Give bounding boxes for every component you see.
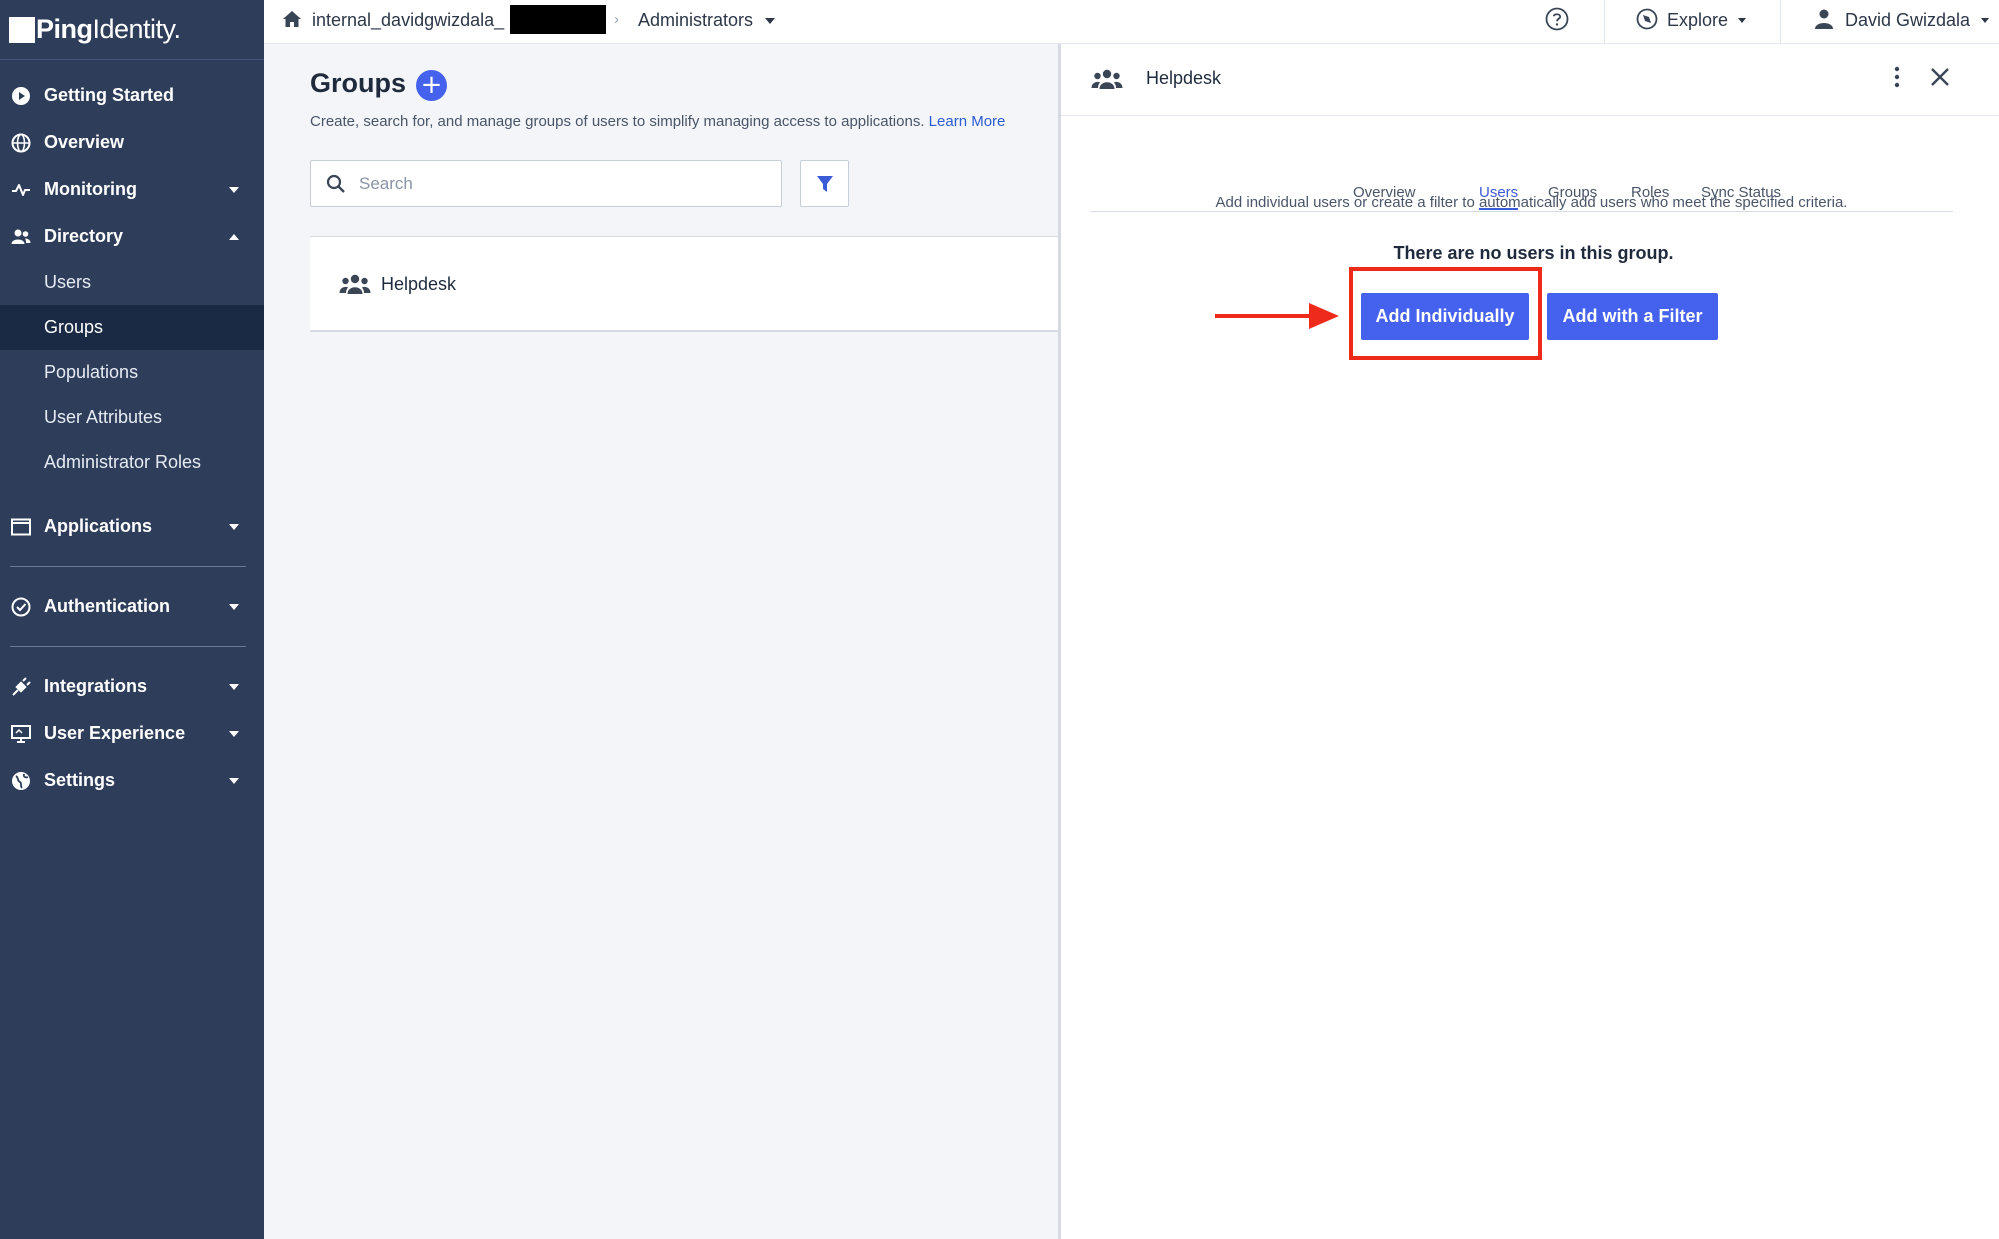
topbar-divider (1604, 0, 1605, 44)
monitor-icon (11, 725, 31, 743)
panel-header: Helpdesk (1061, 44, 1999, 116)
top-bar: internal_davidgwizdala_ › Administrators… (264, 0, 1999, 44)
sidebar-item-label: Monitoring (44, 179, 137, 199)
sidebar-item-applications[interactable]: Applications (0, 503, 264, 550)
window-icon (11, 518, 31, 536)
chevron-down-icon[interactable] (1738, 18, 1746, 23)
globe-icon (11, 133, 31, 153)
sidebar-subitem-label: Groups (44, 317, 104, 337)
sidebar-subitem-label: Populations (44, 362, 139, 382)
sidebar-item-label: Authentication (44, 596, 170, 616)
empty-state-message: There are no users in this group. (1393, 243, 1674, 263)
close-icon[interactable] (1929, 66, 1951, 88)
sidebar-item-getting-started[interactable]: Getting Started (0, 72, 264, 119)
compass-icon[interactable] (1636, 8, 1658, 30)
pingidentity-logo[interactable]: PingIdentity. (0, 0, 264, 60)
pulse-icon (12, 184, 30, 196)
sidebar-item-label: Overview (44, 132, 125, 152)
filter-icon (817, 176, 833, 192)
sidebar-item-label: User Experience (44, 723, 186, 743)
environment-selector[interactable]: internal_davidgwizdala_ (312, 10, 504, 31)
group-row-helpdesk[interactable]: Helpdesk (310, 237, 1058, 332)
add-with-filter-button[interactable]: Add with a Filter (1547, 293, 1718, 340)
sidebar-item-user-experience[interactable]: User Experience (0, 710, 264, 757)
group-icon (1091, 69, 1123, 89)
check-circle-icon (11, 597, 31, 617)
sidebar-subitem-user-attributes[interactable]: User Attributes (0, 395, 264, 440)
sidebar-item-label: Settings (44, 770, 116, 790)
sidebar-item-label: Applications (44, 516, 153, 536)
group-name: Helpdesk (381, 274, 457, 294)
sidebar-spacer (0, 485, 264, 503)
chevron-up-icon (229, 234, 239, 240)
sidebar-divider (10, 566, 246, 567)
logo-text-light: Identity. (92, 14, 182, 44)
chevron-down-icon[interactable] (1981, 18, 1989, 23)
chevron-down-icon (229, 524, 239, 530)
sidebar-item-integrations[interactable]: Integrations (0, 663, 264, 710)
sidebar-item-label: Getting Started (44, 85, 175, 105)
explore-menu[interactable]: Explore (1667, 10, 1728, 31)
sidebar-nav: Getting Started Overview Monitoring Dire… (0, 60, 264, 804)
sidebar-subitem-label: Administrator Roles (44, 452, 202, 472)
chevron-down-icon (229, 684, 239, 690)
group-detail-panel: Helpdesk Overview Users Groups Roles Syn… (1058, 44, 1999, 1239)
user-menu[interactable]: David Gwizdala (1845, 10, 1970, 31)
topbar-divider (1780, 0, 1781, 44)
breadcrumb-separator: › (614, 11, 619, 28)
sidebar-subitem-users[interactable]: Users (0, 260, 264, 305)
page-description-text: Create, search for, and manage groups of… (310, 113, 925, 130)
logo-square (9, 16, 35, 43)
help-icon[interactable] (1545, 7, 1569, 31)
chevron-down-icon (229, 731, 239, 737)
chevron-down-icon (229, 778, 239, 784)
sidebar-item-label: Integrations (44, 676, 148, 696)
add-group-button[interactable]: + (416, 70, 447, 101)
sidebar-subitem-groups[interactable]: Groups (0, 305, 264, 350)
sidebar-item-monitoring[interactable]: Monitoring (0, 166, 264, 213)
sidebar-item-label: Directory (44, 226, 124, 246)
add-individually-button[interactable]: Add Individually (1361, 293, 1529, 340)
users-icon (11, 229, 31, 244)
red-arrow-annotation (1215, 303, 1339, 329)
sidebar-subitem-populations[interactable]: Populations (0, 350, 264, 395)
sidebar-item-directory[interactable]: Directory (0, 213, 264, 260)
sidebar-item-authentication[interactable]: Authentication (0, 583, 264, 630)
redacted-block (510, 5, 606, 34)
group-icon (339, 274, 371, 294)
learn-more-link[interactable]: Learn More (929, 113, 1006, 130)
page-description: Create, search for, and manage groups of… (310, 113, 1005, 130)
search-icon (326, 174, 345, 193)
plug-icon (12, 677, 31, 696)
panel-title: Helpdesk (1146, 68, 1222, 88)
search-box[interactable] (310, 160, 782, 207)
sidebar-item-overview[interactable]: Overview (0, 119, 264, 166)
home-icon[interactable] (282, 9, 302, 29)
sidebar-subitem-administrator-roles[interactable]: Administrator Roles (0, 440, 264, 485)
page-title: Groups (310, 68, 407, 98)
user-icon[interactable] (1814, 8, 1834, 30)
globe-settings-icon (12, 772, 30, 790)
role-selector[interactable]: Administrators (638, 10, 753, 31)
play-circle-icon (12, 87, 30, 105)
logo-text-bold: Ping (36, 14, 93, 44)
sidebar-subitem-label: Users (44, 272, 92, 292)
more-options-icon[interactable] (1887, 64, 1907, 90)
panel-description: Add individual users or create a filter … (1215, 194, 1848, 211)
search-input[interactable] (359, 169, 759, 199)
filter-button[interactable] (800, 160, 849, 207)
sidebar-divider (10, 646, 246, 647)
sidebar: PingIdentity. Getting Started Overview M… (0, 0, 264, 1239)
sidebar-item-settings[interactable]: Settings (0, 757, 264, 804)
sidebar-subitem-label: User Attributes (44, 407, 163, 427)
chevron-down-icon (229, 604, 239, 610)
chevron-down-icon (229, 187, 239, 193)
chevron-down-icon[interactable] (765, 18, 775, 24)
